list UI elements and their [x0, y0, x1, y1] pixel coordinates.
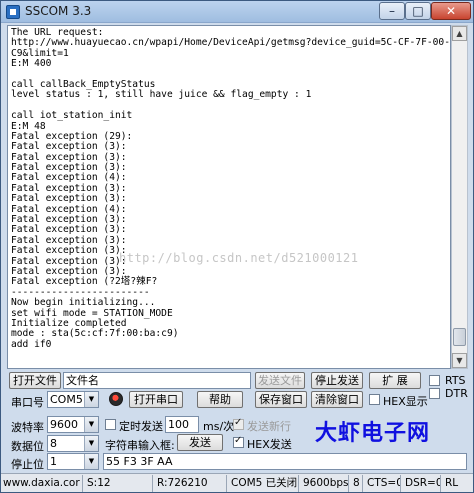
send-button[interactable]: 发送: [177, 434, 223, 451]
hex-display-label: HEX显示: [383, 395, 428, 408]
status-dsr: DSR=0: [403, 475, 441, 492]
open-port-button[interactable]: 打开串口: [129, 391, 183, 408]
save-window-button[interactable]: 保存窗口: [255, 391, 307, 408]
terminal-line: mode : sta(5c:cf:7f:00:ba:c9): [11, 328, 179, 340]
vertical-scrollbar[interactable]: ▲ ▼: [451, 25, 468, 369]
string-input-label: 字符串输入框:: [105, 439, 175, 452]
status-sent-count: S:12: [85, 475, 153, 492]
window-title: SSCOM 3.3: [25, 4, 92, 18]
interval-input[interactable]: 100: [165, 416, 199, 433]
stopbits-select[interactable]: 1 ▼: [47, 453, 99, 470]
send-newline-checkbox[interactable]: [233, 417, 244, 430]
status-cts: CTS=0: [365, 475, 401, 492]
hex-send-label: HEX发送: [247, 438, 292, 451]
hex-send-checkbox[interactable]: [233, 435, 244, 448]
stop-send-button[interactable]: 停止发送: [311, 372, 363, 389]
chevron-down-icon[interactable]: ▼: [84, 417, 98, 432]
databits-value: 8: [50, 437, 57, 450]
rts-label: RTS: [445, 374, 466, 387]
port-value: COM5: [50, 393, 83, 406]
baud-label: 波特率: [11, 421, 44, 434]
watermark: http://blog.csdn.net/d521000121: [119, 251, 359, 265]
interval-unit-label: ms/次: [203, 420, 235, 433]
port-status-led-icon: [109, 392, 123, 406]
clear-window-button[interactable]: 清除窗口: [311, 391, 363, 408]
stopbits-label: 停止位: [11, 458, 44, 471]
open-file-button[interactable]: 打开文件: [9, 372, 61, 389]
app-icon: [6, 5, 20, 19]
stopbits-value: 1: [50, 455, 57, 468]
port-label: 串口号: [11, 396, 44, 409]
sscom-window: SSCOM 3.3 – □ ✕ The URL request: http://w…: [0, 0, 474, 493]
scroll-up-icon[interactable]: ▲: [452, 26, 467, 41]
chevron-down-icon[interactable]: ▼: [84, 436, 98, 451]
close-button[interactable]: ✕: [431, 2, 471, 20]
status-databits: 8: [351, 475, 363, 492]
status-port: COM5 已关闭: [229, 475, 299, 492]
maximize-button[interactable]: □: [405, 2, 431, 20]
receive-output-area[interactable]: The URL request: http://www.huayuecao.cn/…: [7, 25, 451, 369]
terminal-line: add if0: [11, 338, 52, 350]
dtr-label: DTR: [445, 387, 468, 400]
timed-send-checkbox[interactable]: [105, 419, 116, 430]
hex-display-checkbox[interactable]: [369, 394, 380, 405]
port-select[interactable]: COM5 ▼: [47, 391, 99, 408]
baud-select[interactable]: 9600 ▼: [47, 416, 99, 433]
filename-input[interactable]: 文件名: [63, 372, 251, 389]
expand-button[interactable]: 扩 展: [369, 372, 421, 389]
brand-logo: 大虾电子网: [315, 421, 431, 446]
help-button[interactable]: 帮助: [197, 391, 243, 408]
status-rl: RL: [445, 477, 459, 489]
scroll-down-icon[interactable]: ▼: [452, 353, 467, 368]
databits-label: 数据位: [11, 440, 44, 453]
send-content-input[interactable]: 55 F3 3F AA: [103, 453, 467, 470]
chevron-down-icon[interactable]: ▼: [84, 454, 98, 469]
minimize-button[interactable]: –: [379, 2, 405, 20]
terminal-line: http://www.huayuecao.cn/wpapi/Home/Devic…: [11, 37, 451, 49]
databits-select[interactable]: 8 ▼: [47, 435, 99, 452]
send-file-button[interactable]: 发送文件: [255, 372, 305, 389]
status-bar: www.daxia.cor S:12 R:726210 COM5 已关闭 960…: [1, 473, 473, 492]
baud-value: 9600: [50, 418, 78, 431]
send-newline-label: 发送新行: [247, 420, 291, 433]
terminal-line: Now begin initializing...: [11, 297, 156, 309]
terminal-line: level status : 1, still have juice && fl…: [11, 89, 312, 101]
status-received-count: R:726210: [155, 475, 227, 492]
dtr-checkbox[interactable]: [429, 388, 440, 399]
chevron-down-icon[interactable]: ▼: [84, 392, 98, 407]
terminal-line: call iot_station_init: [11, 110, 133, 122]
status-baud: 9600bps: [301, 475, 349, 492]
terminal-line: C9&limit=1: [11, 47, 69, 59]
status-website[interactable]: www.daxia.cor: [1, 475, 83, 492]
terminal-line: E:M 400: [11, 58, 52, 70]
scroll-thumb[interactable]: [453, 328, 466, 346]
timed-send-label: 定时发送: [119, 420, 163, 433]
title-bar[interactable]: SSCOM 3.3 – □ ✕: [1, 1, 473, 23]
rts-checkbox[interactable]: [429, 375, 440, 386]
